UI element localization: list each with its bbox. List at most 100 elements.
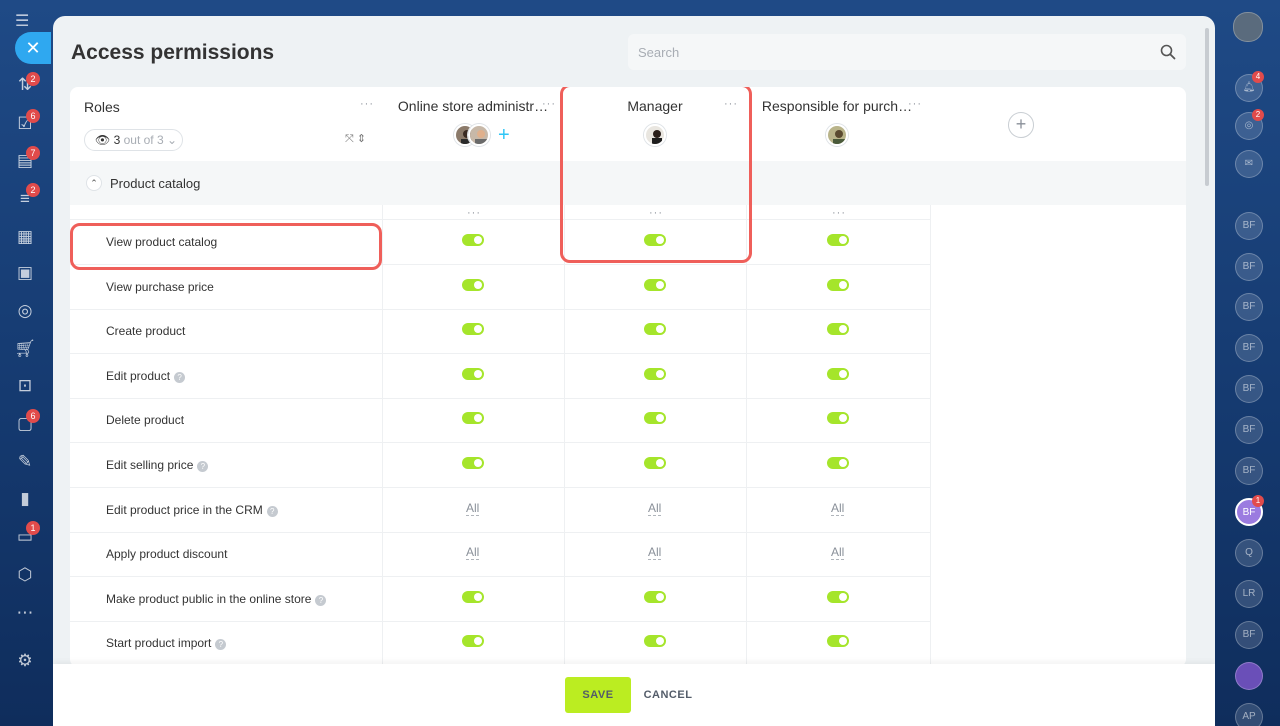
- search-input[interactable]: [628, 34, 1148, 70]
- contact-badge: 1: [1252, 495, 1264, 507]
- user-avatar[interactable]: [1233, 12, 1263, 42]
- permission-toggle[interactable]: [827, 278, 849, 291]
- permission-row: Edit product?: [70, 354, 930, 399]
- permission-row: View product catalog: [70, 220, 930, 265]
- calendar-icon[interactable]: ▦: [14, 226, 36, 248]
- target-icon[interactable]: ◎: [14, 300, 36, 322]
- role-more-icon[interactable]: ···: [908, 99, 922, 110]
- copilot-badge: 2: [1252, 109, 1264, 121]
- permissions-table: Roles ··· 👁︎ 3 out of 3 ⌄ ⤧ ⇕ Online sto…: [70, 87, 1186, 667]
- cart-icon[interactable]: 🛒︎: [14, 338, 36, 360]
- chat-icon[interactable]: ✉: [1235, 150, 1263, 178]
- contact-avatar[interactable]: Q: [1235, 539, 1263, 567]
- permission-toggle[interactable]: [827, 635, 849, 648]
- permission-toggle[interactable]: [462, 635, 484, 648]
- contact-avatar[interactable]: BF: [1235, 212, 1263, 240]
- permission-toggle[interactable]: [644, 278, 666, 291]
- role-more-icon[interactable]: ···: [724, 99, 738, 110]
- member-avatar[interactable]: [468, 124, 490, 146]
- role-more-icon[interactable]: ···: [542, 99, 556, 110]
- save-button[interactable]: SAVE: [565, 677, 631, 713]
- analytics-icon[interactable]: ▮: [14, 488, 36, 510]
- permission-toggle[interactable]: [827, 323, 849, 336]
- close-panel-button[interactable]: ✕: [15, 32, 51, 64]
- settings-icon[interactable]: ⚙: [14, 650, 36, 672]
- permission-toggle[interactable]: [827, 367, 849, 380]
- add-role-button[interactable]: +: [1008, 112, 1034, 138]
- expand-collapse-icon[interactable]: ⤧ ⇕: [345, 132, 366, 146]
- permission-toggle[interactable]: [462, 590, 484, 603]
- role-members: [826, 124, 852, 150]
- permission-scope-link[interactable]: All: [466, 546, 480, 561]
- member-avatar[interactable]: [826, 124, 848, 146]
- permission-toggle[interactable]: [462, 412, 484, 425]
- permission-label: Delete product: [106, 413, 184, 427]
- permission-label: Edit selling price?: [106, 458, 209, 472]
- permission-toggle[interactable]: [462, 278, 484, 291]
- chevron-down-icon: ⌄: [166, 133, 178, 147]
- contact-avatar[interactable]: LR: [1235, 580, 1263, 608]
- role-members: [644, 124, 670, 150]
- contact-avatar[interactable]: [1235, 662, 1263, 690]
- roles-more-icon[interactable]: ···: [360, 99, 374, 110]
- contact-avatar[interactable]: BF: [1235, 334, 1263, 362]
- contact-avatar[interactable]: BF: [1235, 253, 1263, 281]
- hamburger-menu-icon[interactable]: ☰: [15, 14, 33, 30]
- contact-avatar[interactable]: BF: [1235, 621, 1263, 649]
- column-more-icon[interactable]: ···: [832, 208, 846, 219]
- permission-toggle[interactable]: [644, 367, 666, 380]
- permission-row: Apply product discount All All All: [70, 532, 930, 578]
- column-more-icon[interactable]: ···: [649, 208, 663, 219]
- permission-label-text: Create product: [106, 324, 186, 339]
- contact-avatar[interactable]: BF: [1235, 375, 1263, 403]
- permission-toggle[interactable]: [462, 367, 484, 380]
- permission-scope-link[interactable]: All: [466, 501, 480, 516]
- grid-icon[interactable]: ⋯: [14, 602, 36, 624]
- permission-toggle[interactable]: [644, 234, 666, 246]
- permission-toggle[interactable]: [827, 234, 849, 246]
- permission-row: Create product: [70, 309, 930, 355]
- roles-visibility-filter[interactable]: 👁︎ 3 out of 3 ⌄: [84, 129, 183, 151]
- section-product-catalog[interactable]: ⌃ Product catalog: [70, 161, 1186, 205]
- permission-scope-link[interactable]: All: [648, 501, 662, 516]
- member-avatar[interactable]: [644, 124, 666, 146]
- access-permissions-panel: Access permissions Roles ··· 👁︎ 3 out of…: [53, 16, 1215, 726]
- permission-toggle[interactable]: [644, 323, 666, 336]
- contact-avatar[interactable]: BF: [1235, 293, 1263, 321]
- contact-avatar[interactable]: BF: [1235, 457, 1263, 485]
- contact-avatar[interactable]: AP: [1235, 703, 1263, 726]
- rail-badge: 2: [26, 72, 40, 86]
- help-icon[interactable]: ?: [266, 505, 278, 517]
- permission-toggle[interactable]: [644, 412, 666, 425]
- help-icon[interactable]: ?: [315, 594, 327, 606]
- permission-scope-link[interactable]: All: [648, 546, 662, 561]
- permission-toggle[interactable]: [827, 457, 849, 469]
- chevron-up-icon[interactable]: ⌃: [86, 175, 102, 191]
- sign-icon[interactable]: ✎: [14, 451, 36, 473]
- permission-toggle[interactable]: [462, 457, 484, 469]
- cube-icon[interactable]: ⬡: [14, 564, 36, 586]
- panel-scrollbar[interactable]: [1205, 28, 1209, 186]
- cancel-button[interactable]: CANCEL: [639, 677, 697, 713]
- permission-toggle[interactable]: [644, 590, 666, 603]
- permission-toggle[interactable]: [827, 412, 849, 425]
- permission-toggle[interactable]: [644, 635, 666, 648]
- permission-label-text: Edit product: [106, 368, 171, 383]
- permission-scope-link[interactable]: All: [831, 546, 845, 561]
- add-member-button[interactable]: +: [498, 125, 510, 145]
- rail-badge: 7: [26, 146, 40, 160]
- storage-icon[interactable]: ▣: [14, 262, 36, 284]
- permission-toggle[interactable]: [644, 457, 666, 469]
- permission-toggle[interactable]: [462, 323, 484, 336]
- permission-scope-link[interactable]: All: [831, 501, 845, 516]
- contact-avatar[interactable]: BF: [1235, 416, 1263, 444]
- help-icon[interactable]: ?: [174, 371, 186, 383]
- help-icon[interactable]: ?: [197, 461, 209, 472]
- column-more-icon[interactable]: ···: [467, 208, 481, 219]
- permission-toggle[interactable]: [462, 234, 484, 246]
- permission-toggle[interactable]: [827, 590, 849, 603]
- robot-icon[interactable]: ⊡: [14, 375, 36, 397]
- help-icon[interactable]: ?: [215, 639, 227, 651]
- permission-label-text: Edit selling price: [106, 458, 194, 472]
- search-icon[interactable]: [1160, 44, 1176, 60]
